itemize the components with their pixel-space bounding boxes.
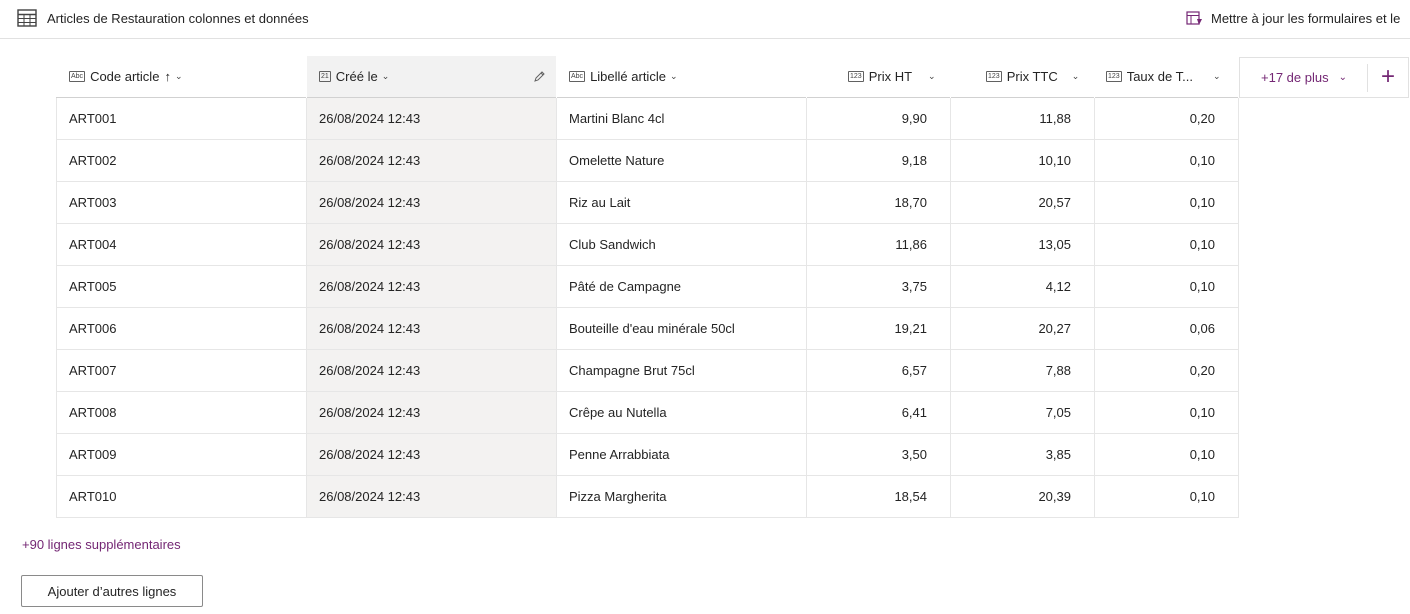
top-bar: Articles de Restauration colonnes et don… (0, 0, 1410, 39)
cell-code-article[interactable]: ART002 (56, 140, 307, 182)
cell-prix-ht[interactable]: 18,54 (807, 476, 951, 518)
table-icon (17, 9, 37, 27)
cell-cree-le[interactable]: 26/08/2024 12:43 (307, 350, 557, 392)
cell-cree-le[interactable]: 26/08/2024 12:43 (307, 140, 557, 182)
chevron-down-icon[interactable]: ⌄ (1072, 71, 1080, 82)
cell-prix-ht[interactable]: 19,21 (807, 308, 951, 350)
cell-libelle-article[interactable]: Bouteille d'eau minérale 50cl (557, 308, 807, 350)
cell-libelle-article[interactable]: Pizza Margherita (557, 476, 807, 518)
cell-code-article[interactable]: ART010 (56, 476, 307, 518)
chevron-down-icon[interactable]: ⌄ (382, 71, 390, 82)
cell-prix-ht[interactable]: 9,90 (807, 98, 951, 140)
update-forms-label: Mettre à jour les formulaires et le (1211, 11, 1401, 26)
cell-prix-ttc[interactable]: 7,05 (951, 392, 1095, 434)
cell-taux-tva[interactable]: 0,10 (1095, 140, 1239, 182)
column-header-cree-le[interactable]: 21 Créé le ⌄ (307, 56, 556, 98)
cell-prix-ttc[interactable]: 13,05 (951, 224, 1095, 266)
cell-code-article[interactable]: ART003 (56, 182, 307, 224)
column-header-label: Taux de T... (1126, 69, 1193, 84)
cell-code-article[interactable]: ART005 (56, 266, 307, 308)
cell-taux-tva[interactable]: 0,10 (1095, 434, 1239, 476)
cell-taux-tva[interactable]: 0,20 (1095, 98, 1239, 140)
cell-cree-le[interactable]: 26/08/2024 12:43 (307, 308, 557, 350)
text-type-icon: Abc (69, 71, 86, 82)
add-column-icon[interactable]: + (1377, 63, 1399, 91)
cell-prix-ht[interactable]: 6,57 (807, 350, 951, 392)
cell-libelle-article[interactable]: Crêpe au Nutella (557, 392, 807, 434)
update-forms-button[interactable]: Mettre à jour les formulaires et le (1186, 11, 1400, 26)
edit-pencil-icon[interactable] (533, 70, 546, 83)
more-columns-bar: +17 de plus ⌄ + (1239, 57, 1409, 98)
cell-cree-le[interactable]: 26/08/2024 12:43 (307, 392, 557, 434)
column-header-label: Prix TTC (1006, 69, 1058, 84)
cell-code-article[interactable]: ART001 (56, 98, 307, 140)
column-header-libelle-article[interactable]: Abc Libellé article ⌄ (557, 56, 806, 98)
cell-code-article[interactable]: ART007 (56, 350, 307, 392)
cell-taux-tva[interactable]: 0,20 (1095, 350, 1239, 392)
cell-cree-le[interactable]: 26/08/2024 12:43 (307, 182, 557, 224)
form-update-icon (1186, 11, 1202, 25)
column-header-prix-ttc[interactable]: 123 Prix TTC ⌄ (951, 56, 1094, 98)
cell-prix-ttc[interactable]: 11,88 (951, 98, 1095, 140)
chevron-down-icon[interactable]: ⌄ (928, 71, 936, 82)
cell-taux-tva[interactable]: 0,10 (1095, 182, 1239, 224)
cell-code-article[interactable]: ART009 (56, 434, 307, 476)
cell-cree-le[interactable]: 26/08/2024 12:43 (307, 266, 557, 308)
cell-code-article[interactable]: ART008 (56, 392, 307, 434)
page-title: Articles de Restauration colonnes et don… (47, 11, 309, 26)
cell-prix-ttc[interactable]: 20,27 (951, 308, 1095, 350)
cell-prix-ht[interactable]: 3,50 (807, 434, 951, 476)
cell-prix-ttc[interactable]: 7,88 (951, 350, 1095, 392)
chevron-down-icon[interactable]: ⌄ (1213, 71, 1221, 82)
add-rows-button[interactable]: Ajouter d’autres lignes (21, 575, 203, 607)
cell-prix-ht[interactable]: 3,75 (807, 266, 951, 308)
column-header-code-article[interactable]: Abc Code article ↑ ⌄ (56, 56, 306, 98)
cell-prix-ttc[interactable]: 10,10 (951, 140, 1095, 182)
cell-prix-ht[interactable]: 11,86 (807, 224, 951, 266)
cell-prix-ht[interactable]: 9,18 (807, 140, 951, 182)
cell-libelle-article[interactable]: Omelette Nature (557, 140, 807, 182)
text-type-icon: Abc (569, 71, 586, 82)
cell-taux-tva[interactable]: 0,10 (1095, 266, 1239, 308)
column-header-label: Libellé article (590, 69, 666, 84)
cell-cree-le[interactable]: 26/08/2024 12:43 (307, 98, 557, 140)
column-header-label: Créé le (335, 69, 378, 84)
cell-prix-ttc[interactable]: 4,12 (951, 266, 1095, 308)
cell-cree-le[interactable]: 26/08/2024 12:43 (307, 476, 557, 518)
cell-taux-tva[interactable]: 0,06 (1095, 308, 1239, 350)
cell-taux-tva[interactable]: 0,10 (1095, 476, 1239, 518)
cell-libelle-article[interactable]: Penne Arrabbiata (557, 434, 807, 476)
number-type-icon: 123 (986, 71, 1002, 82)
cell-libelle-article[interactable]: Club Sandwich (557, 224, 807, 266)
cell-prix-ttc[interactable]: 3,85 (951, 434, 1095, 476)
more-rows-link[interactable]: +90 lignes supplémentaires (22, 537, 181, 552)
date-type-icon: 21 (319, 71, 331, 82)
column-header-taux-tva[interactable]: 123 Taux de T... ⌄ (1095, 56, 1238, 98)
cell-code-article[interactable]: ART006 (56, 308, 307, 350)
number-type-icon: 123 (1106, 71, 1122, 82)
cell-taux-tva[interactable]: 0,10 (1095, 392, 1239, 434)
cell-libelle-article[interactable]: Martini Blanc 4cl (557, 98, 807, 140)
sort-ascending-icon: ↑ (164, 69, 171, 84)
cell-cree-le[interactable]: 26/08/2024 12:43 (307, 434, 557, 476)
chevron-down-icon[interactable]: ⌄ (175, 71, 183, 82)
cell-prix-ttc[interactable]: 20,39 (951, 476, 1095, 518)
number-type-icon: 123 (848, 71, 864, 82)
cell-cree-le[interactable]: 26/08/2024 12:43 (307, 224, 557, 266)
cell-code-article[interactable]: ART004 (56, 224, 307, 266)
cell-prix-ht[interactable]: 18,70 (807, 182, 951, 224)
chevron-down-icon[interactable]: ⌄ (1339, 72, 1347, 83)
column-header-label: Prix HT (868, 69, 913, 84)
more-columns-button[interactable]: +17 de plus (1261, 70, 1329, 85)
column-header-label: Code article (90, 69, 160, 84)
cell-taux-tva[interactable]: 0,10 (1095, 224, 1239, 266)
cell-libelle-article[interactable]: Pâté de Campagne (557, 266, 807, 308)
chevron-down-icon[interactable]: ⌄ (670, 71, 678, 82)
cell-prix-ttc[interactable]: 20,57 (951, 182, 1095, 224)
cell-libelle-article[interactable]: Champagne Brut 75cl (557, 350, 807, 392)
cell-libelle-article[interactable]: Riz au Lait (557, 182, 807, 224)
column-header-prix-ht[interactable]: 123 Prix HT ⌄ (807, 56, 950, 98)
divider (1367, 64, 1368, 92)
cell-prix-ht[interactable]: 6,41 (807, 392, 951, 434)
